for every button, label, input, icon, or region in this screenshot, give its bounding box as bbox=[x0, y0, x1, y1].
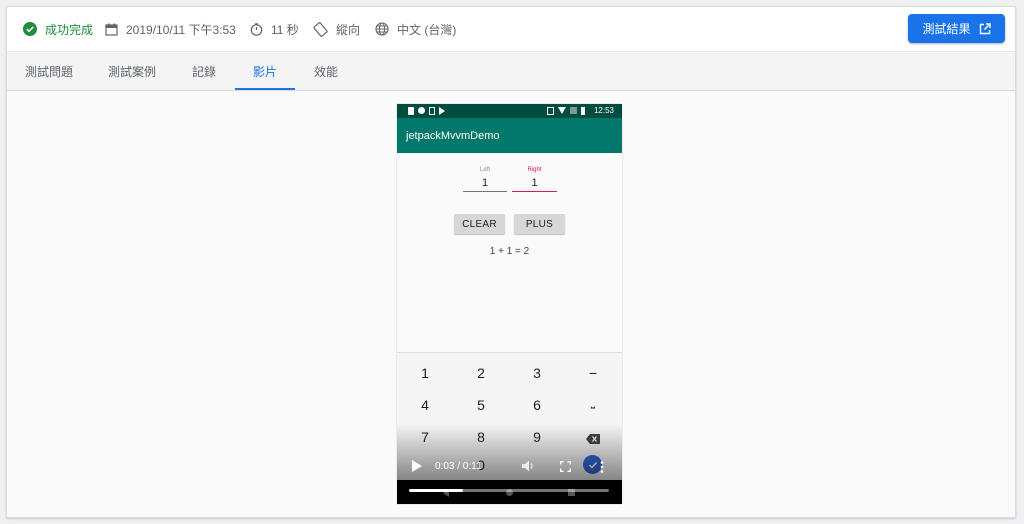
summary-header: 成功完成 2019/10/11 下午3:53 11 秒 縱向 中文 (台灣) 測… bbox=[7, 7, 1015, 52]
key-3[interactable]: 3 bbox=[509, 365, 565, 381]
more-vert-icon[interactable] bbox=[600, 461, 604, 473]
left-input-label: Left bbox=[479, 167, 490, 173]
duration-info: 11 秒 bbox=[250, 7, 299, 51]
plus-button[interactable]: PLUS bbox=[514, 214, 565, 234]
tab-test-cases[interactable]: 測試案例 bbox=[91, 52, 173, 90]
locale-info: 中文 (台灣) bbox=[375, 7, 456, 51]
key-1[interactable]: 1 bbox=[397, 365, 453, 381]
orientation-text: 縱向 bbox=[336, 22, 361, 37]
status-indicator: 成功完成 bbox=[23, 7, 93, 51]
open-in-new-icon bbox=[979, 22, 991, 34]
globe-icon bbox=[375, 22, 389, 36]
calendar-icon bbox=[105, 23, 118, 36]
orientation-info: 縱向 bbox=[313, 7, 360, 51]
app-bar: jetpackMvvmDemo bbox=[397, 118, 622, 153]
right-input-value: 1 bbox=[512, 177, 557, 192]
test-results-label: 測試結果 bbox=[922, 22, 971, 36]
system-icons bbox=[547, 107, 585, 115]
left-input[interactable]: Left 1 bbox=[463, 167, 507, 192]
date-text: 2019/10/11 下午3:53 bbox=[126, 22, 236, 37]
clear-button[interactable]: CLEAR bbox=[454, 214, 505, 234]
key-minus[interactable]: − bbox=[565, 365, 621, 381]
notification-icons bbox=[408, 107, 445, 115]
android-status-bar: 12:53 bbox=[397, 104, 622, 118]
tab-performance[interactable]: 效能 bbox=[295, 52, 357, 90]
fullscreen-icon[interactable] bbox=[560, 461, 571, 472]
test-result-card: 成功完成 2019/10/11 下午3:53 11 秒 縱向 中文 (台灣) 測… bbox=[6, 6, 1016, 518]
date-info: 2019/10/11 下午3:53 bbox=[105, 7, 236, 51]
video-player[interactable]: 12:53 jetpackMvvmDemo Left 1 Right 1 CLE… bbox=[397, 104, 622, 504]
locale-text: 中文 (台灣) bbox=[397, 22, 457, 37]
video-time: 0:03 / 0:11 bbox=[435, 461, 482, 472]
play-icon[interactable] bbox=[412, 460, 422, 472]
video-progress-bar[interactable] bbox=[409, 489, 609, 492]
key-space[interactable]: ⎵ bbox=[565, 397, 621, 410]
left-input-value: 1 bbox=[463, 177, 507, 192]
app-title: jetpackMvvmDemo bbox=[406, 129, 500, 142]
tab-video[interactable]: 影片 bbox=[235, 52, 295, 90]
test-results-button[interactable]: 測試結果 bbox=[908, 14, 1005, 43]
key-5[interactable]: 5 bbox=[453, 397, 509, 413]
right-input[interactable]: Right 1 bbox=[512, 167, 557, 192]
volume-icon[interactable] bbox=[522, 460, 536, 472]
key-4[interactable]: 4 bbox=[397, 397, 453, 413]
duration-text: 11 秒 bbox=[271, 22, 299, 37]
video-controls: 0:03 / 0:11 bbox=[397, 454, 622, 476]
android-nav-bar bbox=[397, 480, 622, 504]
result-text: 1 + 1 = 2 bbox=[489, 246, 530, 257]
key-2[interactable]: 2 bbox=[453, 365, 509, 381]
screen-rotation-icon bbox=[313, 21, 328, 37]
tab-bar: 測試問題 測試案例 記錄 影片 效能 bbox=[7, 52, 1015, 91]
tab-logs[interactable]: 記錄 bbox=[173, 52, 235, 90]
right-input-label: Right bbox=[527, 167, 542, 173]
check-circle-icon bbox=[23, 22, 37, 36]
timer-icon bbox=[250, 22, 263, 36]
key-6[interactable]: 6 bbox=[509, 397, 565, 413]
video-progress-fill bbox=[409, 489, 463, 492]
status-text: 成功完成 bbox=[45, 22, 94, 37]
clock-text: 12:53 bbox=[593, 106, 614, 115]
tab-test-issues[interactable]: 測試問題 bbox=[7, 52, 91, 90]
